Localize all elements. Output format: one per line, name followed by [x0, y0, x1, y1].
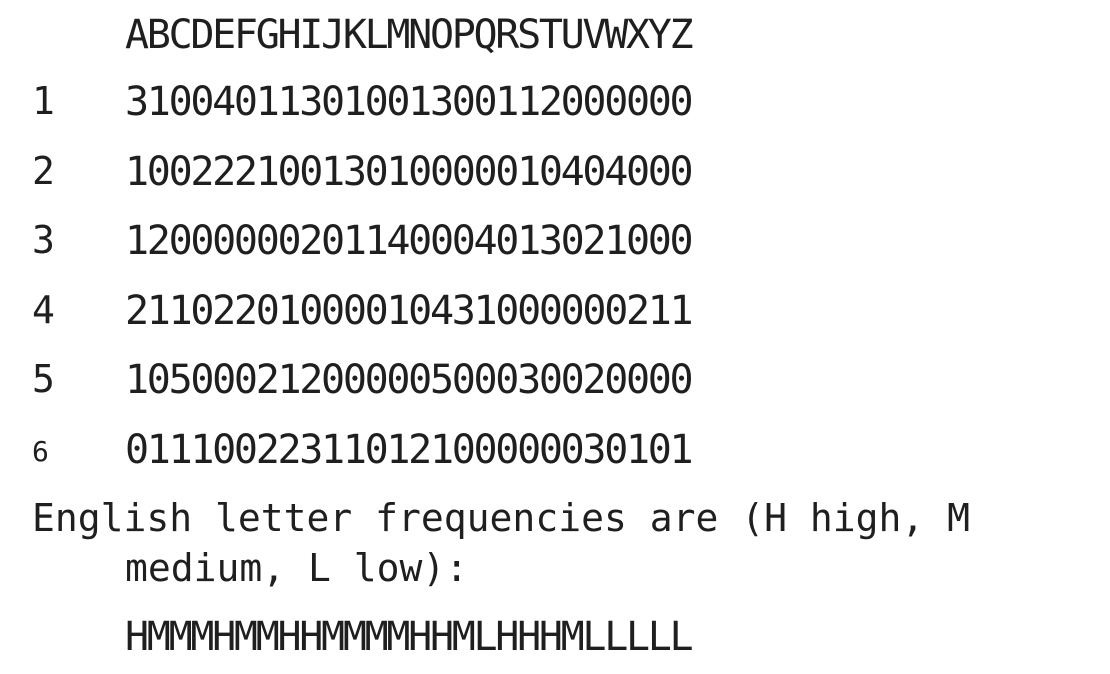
frequency-note-line-2: medium, L low): — [125, 546, 469, 590]
row-digits-4: 21102201000010431000000211 — [125, 288, 694, 334]
frequency-table-page: ABCDEFGHIJKLMNOPQRSTUVWXYZ 1 31004011301… — [0, 0, 1110, 674]
row-digits-2: 10022210013010000010404000 — [125, 149, 694, 195]
row-label-6: 6 — [32, 435, 49, 468]
row-digits-5: 10500021200000500030020000 — [125, 357, 694, 403]
row-label-5: 5 — [32, 357, 55, 401]
alphabet-header: ABCDEFGHIJKLMNOPQRSTUVWXYZ — [125, 12, 694, 58]
row-digits-6: 01110022311012100000030101 — [125, 427, 694, 473]
row-label-4: 4 — [32, 288, 55, 332]
row-digits-3: 12000000201140004013021000 — [125, 218, 694, 264]
row-label-1: 1 — [32, 79, 55, 123]
row-label-3: 3 — [32, 218, 55, 262]
frequency-note-line-1: English letter frequencies are (H high, … — [32, 496, 970, 540]
english-frequency-row: HMMMHMMHHMMMMHHMLHHHMLLLLL — [125, 614, 694, 660]
row-label-2: 2 — [32, 149, 55, 193]
row-digits-1: 31004011301001300112000000 — [125, 79, 694, 125]
